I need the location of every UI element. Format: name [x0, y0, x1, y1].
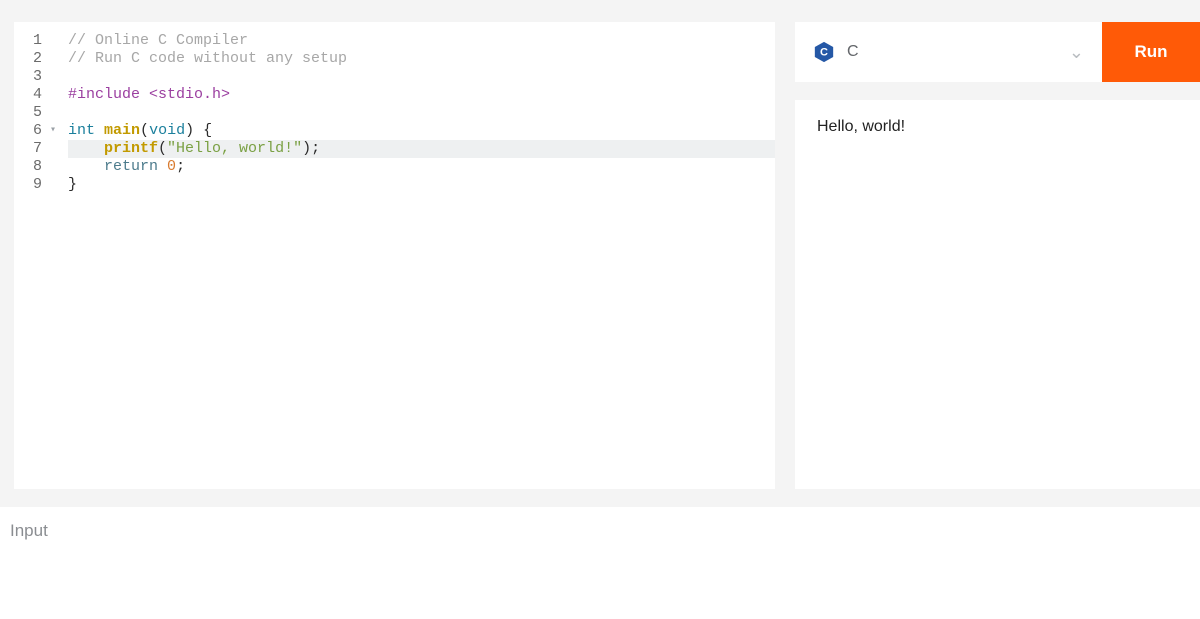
run-button[interactable]: Run	[1102, 22, 1200, 82]
language-selector[interactable]: C C ⌄	[795, 22, 1102, 82]
code-line[interactable]: }	[68, 176, 775, 194]
code-line[interactable]: printf("Hello, world!");	[68, 140, 775, 158]
editor-gutter: 123456789	[14, 22, 50, 489]
c-lang-icon: C	[813, 41, 835, 63]
line-number: 4	[14, 86, 42, 104]
code-line[interactable]	[68, 68, 775, 86]
right-column: C C ⌄ Run Hello, world!	[795, 22, 1200, 489]
line-number: 8	[14, 158, 42, 176]
line-number: 9	[14, 176, 42, 194]
app-root: 123456789 // Online C Compiler// Run C c…	[0, 0, 1200, 619]
line-number: 2	[14, 50, 42, 68]
line-number: 1	[14, 32, 42, 50]
editor-code-area[interactable]: // Online C Compiler// Run C code withou…	[50, 22, 775, 489]
right-toolbar: C C ⌄ Run	[795, 22, 1200, 82]
input-panel[interactable]: Input	[0, 507, 1200, 619]
output-panel: Hello, world!	[795, 100, 1200, 489]
code-line[interactable]: // Run C code without any setup	[68, 50, 775, 68]
code-line[interactable]: int main(void) {	[68, 122, 775, 140]
code-editor[interactable]: 123456789 // Online C Compiler// Run C c…	[14, 22, 775, 489]
svg-text:C: C	[820, 47, 828, 59]
top-row: 123456789 // Online C Compiler// Run C c…	[0, 0, 1200, 489]
output-text: Hello, world!	[817, 118, 905, 135]
code-line[interactable]	[68, 104, 775, 122]
line-number: 5	[14, 104, 42, 122]
code-line[interactable]: return 0;	[68, 158, 775, 176]
input-panel-label: Input	[10, 521, 1190, 541]
line-number: 7	[14, 140, 42, 158]
code-line[interactable]: // Online C Compiler	[68, 32, 775, 50]
code-line[interactable]: #include <stdio.h>	[68, 86, 775, 104]
line-number: 6	[14, 122, 42, 140]
chevron-down-icon: ⌄	[1069, 42, 1084, 63]
language-name: C	[847, 43, 859, 61]
line-number: 3	[14, 68, 42, 86]
